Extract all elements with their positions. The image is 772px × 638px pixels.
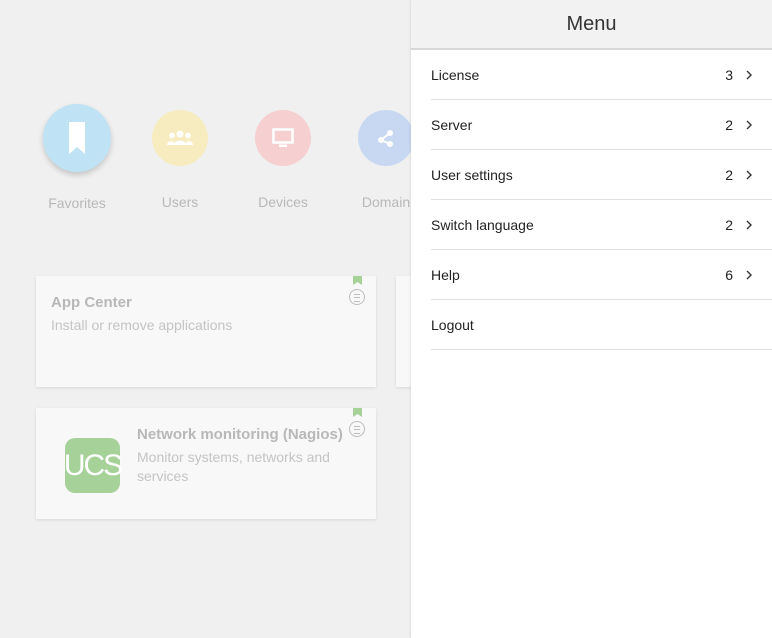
category-users[interactable]: Users — [140, 104, 220, 210]
menu-item-switch-language[interactable]: Switch language 2 — [431, 200, 772, 250]
card-menu-icon[interactable] — [349, 289, 365, 305]
menu-item-label: Logout — [431, 316, 474, 333]
menu-panel: Menu License 3 Server 2 User settings 2 … — [411, 0, 772, 638]
menu-item-user-settings[interactable]: User settings 2 — [431, 150, 772, 200]
menu-item-server[interactable]: Server 2 — [431, 100, 772, 150]
category-label: Users — [161, 194, 199, 210]
card-title: App Center — [51, 294, 132, 311]
chevron-right-icon — [746, 170, 752, 180]
card-title: Network monitoring (Nagios) — [137, 426, 343, 443]
category-label: Favorites — [48, 195, 106, 211]
card-description: Monitor systems, networks and services — [137, 449, 330, 484]
bookmark-icon — [69, 122, 85, 154]
app-center-card[interactable]: App Center Install or remove application… — [36, 276, 376, 387]
chevron-right-icon — [746, 270, 752, 280]
chevron-right-icon — [746, 120, 752, 130]
menu-item-label: License — [431, 66, 480, 83]
users-circle — [152, 110, 208, 166]
menu-item-logout[interactable]: Logout — [431, 300, 772, 350]
menu-item-label: Help — [431, 266, 460, 283]
menu-item-help[interactable]: Help 6 — [431, 250, 772, 300]
menu-item-count: 2 — [725, 116, 733, 133]
monitor-icon — [272, 128, 294, 147]
ucs-logo-text: UCS — [63, 448, 123, 482]
favorite-bookmark-icon[interactable] — [353, 276, 362, 285]
menu-item-count: 6 — [725, 266, 733, 283]
menu-item-count: 3 — [725, 66, 733, 83]
ucs-logo: UCS — [63, 438, 123, 493]
users-icon — [167, 130, 193, 145]
menu-item-count: 2 — [725, 166, 733, 183]
menu-item-label: User settings — [431, 166, 513, 183]
menu-item-label: Server — [431, 116, 473, 133]
menu-title: Menu — [566, 12, 617, 35]
favorites-circle — [43, 104, 111, 172]
domain-circle — [358, 110, 414, 166]
devices-circle — [255, 110, 311, 166]
category-label: Devices — [258, 194, 308, 210]
chevron-right-icon — [746, 220, 752, 230]
menu-item-count: 2 — [725, 216, 733, 233]
menu-item-license[interactable]: License 3 — [431, 50, 772, 100]
category-favorites[interactable]: Favorites — [37, 104, 117, 211]
share-icon — [378, 130, 393, 147]
card-description: Install or remove applications — [51, 317, 233, 333]
card-menu-icon[interactable] — [349, 421, 365, 437]
chevron-right-icon — [746, 70, 752, 80]
category-devices[interactable]: Devices — [243, 104, 323, 210]
nagios-card[interactable]: UCS Network monitoring (Nagios) Monitor … — [36, 408, 376, 519]
menu-header: Menu — [411, 0, 772, 50]
menu-item-label: Switch language — [431, 216, 534, 233]
favorite-bookmark-icon[interactable] — [353, 408, 362, 417]
